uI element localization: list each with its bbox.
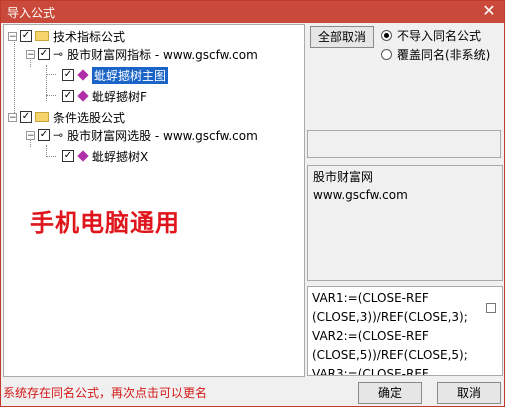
tree-node-gscfw-indicators[interactable]: − ✓ ⊸ 股市财富网指标 - www.gscfw.com: [26, 45, 258, 63]
checkbox[interactable]: ✓: [38, 48, 50, 60]
formula-tree[interactable]: − ✓ 技术指标公式 − ✓ ⊸ 股市财富网指标 - www.gscfw.com…: [3, 24, 305, 377]
tree-node-tech-indicators[interactable]: − ✓ 技术指标公式: [8, 27, 125, 45]
tree-node-label: 股市财富网指标 - www.gscfw.com: [67, 47, 258, 62]
window-title: 导入公式: [7, 6, 56, 20]
close-icon[interactable]: ✕: [476, 1, 502, 21]
checkbox-icon[interactable]: [486, 303, 496, 313]
overlay-text: 手机电脑通用: [30, 209, 180, 237]
rename-box: [307, 130, 501, 158]
tree-node-label: 蚍蜉撼树X: [92, 149, 149, 164]
title-bar: 导入公式 ✕: [1, 1, 504, 23]
key-icon: ⊸: [53, 128, 64, 142]
key-icon: ⊸: [53, 47, 64, 61]
folder-icon: [35, 31, 49, 41]
tree-node-label: 蚍蜉撼树F: [92, 89, 147, 104]
code-line: (CLOSE,3))/REF(CLOSE,3);: [312, 310, 468, 324]
radio-selected-icon[interactable]: [381, 30, 392, 41]
tree-node-label: 股市财富网选股 - www.gscfw.com: [67, 128, 258, 143]
collapse-toggle-icon[interactable]: −: [8, 112, 17, 122]
formula-icon: [77, 150, 89, 162]
option-overwrite[interactable]: 覆盖同名(非系统): [381, 46, 490, 63]
option-label: 不导入同名公式: [397, 29, 482, 43]
collapse-toggle-icon[interactable]: −: [26, 49, 35, 59]
cancel-button[interactable]: 取消: [437, 382, 501, 404]
formula-icon: [77, 90, 89, 102]
code-line: VAR2:=(CLOSE-REF: [312, 329, 429, 343]
formula-info-panel: 股市财富网 www.gscfw.com: [307, 165, 503, 281]
collapse-toggle-icon[interactable]: −: [26, 130, 35, 140]
formula-code-view[interactable]: VAR1:=(CLOSE-REF (CLOSE,3))/REF(CLOSE,3)…: [307, 286, 503, 376]
checkbox[interactable]: ✓: [38, 129, 50, 141]
tree-node-label: 条件选股公式: [53, 110, 126, 125]
import-formula-dialog: 导入公式 ✕ − ✓ 技术指标公式 − ✓ ⊸ 股市财富网指标 - www.gs…: [0, 0, 505, 407]
code-line: VAR1:=(CLOSE-REF: [312, 291, 429, 305]
info-line: www.gscfw.com: [313, 188, 408, 202]
ok-button[interactable]: 确定: [358, 382, 422, 404]
folder-icon: [35, 112, 49, 122]
code-line: (CLOSE,5))/REF(CLOSE,5);: [312, 348, 468, 362]
tree-node-f[interactable]: ✓ 蚍蜉撼树F: [62, 87, 147, 105]
checkbox[interactable]: ✓: [20, 111, 32, 123]
collapse-toggle-icon[interactable]: −: [8, 31, 17, 41]
tree-node-stock-selection[interactable]: − ✓ 条件选股公式: [8, 108, 125, 126]
status-message: 系统存在同名公式，再次点击可以更名: [3, 386, 208, 400]
checkbox[interactable]: ✓: [62, 90, 74, 102]
checkbox[interactable]: ✓: [20, 30, 32, 42]
info-line: 股市财富网: [313, 170, 374, 184]
option-label: 覆盖同名(非系统): [397, 48, 491, 62]
checkbox[interactable]: ✓: [62, 150, 74, 162]
formula-icon: [77, 69, 89, 81]
radio-icon[interactable]: [381, 49, 392, 60]
code-line: VAR3:=(CLOSE-REF: [312, 367, 429, 376]
tree-node-main-chart[interactable]: ✓ 蚍蜉撼树主图: [62, 66, 169, 84]
option-no-import[interactable]: 不导入同名公式: [381, 27, 481, 44]
cancel-all-button[interactable]: 全部取消: [310, 26, 374, 48]
tree-node-gscfw-selection[interactable]: − ✓ ⊸ 股市财富网选股 - www.gscfw.com: [26, 126, 258, 144]
tree-node-label: 蚍蜉撼树主图: [92, 66, 169, 84]
tree-node-label: 技术指标公式: [53, 29, 126, 44]
checkbox[interactable]: ✓: [62, 69, 74, 81]
tree-node-x[interactable]: ✓ 蚍蜉撼树X: [62, 147, 148, 165]
